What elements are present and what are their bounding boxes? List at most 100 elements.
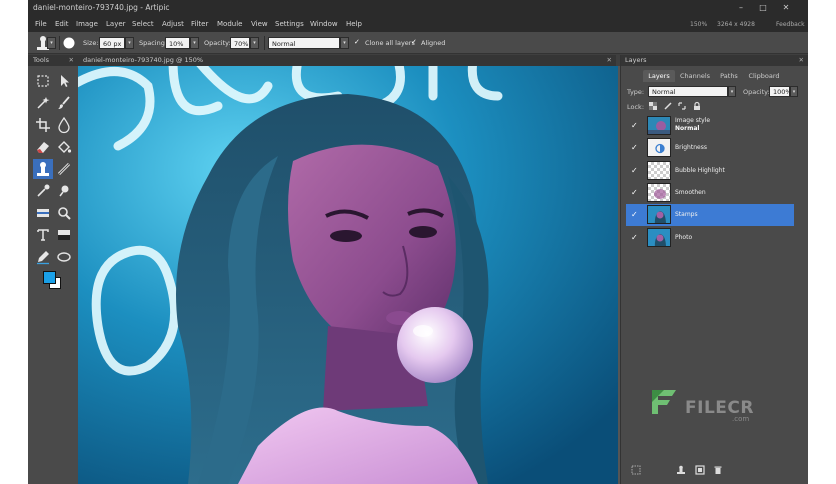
maximize-icon[interactable]: □ <box>756 2 770 14</box>
feedback-link[interactable]: Feedback <box>776 21 805 28</box>
close-tools-icon[interactable]: ✕ <box>69 56 74 64</box>
tab-clipboard[interactable]: Clipboard <box>745 70 783 82</box>
foreground-color-front[interactable] <box>43 271 56 284</box>
layer-type-select[interactable]: Normal <box>648 86 728 97</box>
tab-paths[interactable]: Paths <box>716 70 742 82</box>
image-dimensions: 3264 x 4928 <box>717 21 755 28</box>
layer-thumbnail <box>647 116 671 135</box>
aligned-label: Aligned <box>421 39 446 47</box>
delete-layer-icon[interactable] <box>713 465 723 475</box>
layer-item[interactable]: ✓ Photo <box>626 227 794 249</box>
size-label: Size: <box>83 39 99 47</box>
menu-image[interactable]: Image <box>76 20 98 28</box>
lock-position-icon[interactable] <box>677 101 687 111</box>
clone-all-layers-checkbox[interactable]: ✓ <box>354 38 362 47</box>
clone-stamp-tool-icon[interactable] <box>33 159 53 179</box>
blend-mode-dropdown[interactable]: ▾ <box>340 37 349 49</box>
layer-item[interactable]: ✓ Brightness <box>626 137 794 159</box>
close-document-icon[interactable]: ✕ <box>607 56 612 64</box>
menu-adjust[interactable]: Adjust <box>162 20 184 28</box>
layer-name: Brightness <box>675 144 707 151</box>
rect-select-tool-icon[interactable] <box>33 71 53 91</box>
new-selection-layer-icon[interactable] <box>631 465 641 475</box>
layer-opacity-input[interactable]: 100% <box>769 86 792 97</box>
layer-visibility-checkbox[interactable]: ✓ <box>631 121 638 130</box>
eyedropper-icon[interactable] <box>33 181 53 201</box>
minimize-icon[interactable]: – <box>734 2 748 14</box>
gradient-tool-icon[interactable] <box>33 203 53 223</box>
layer-visibility-checkbox[interactable]: ✓ <box>631 188 638 197</box>
layer-thumbnail <box>647 183 671 202</box>
aligned-checkbox[interactable]: ✓ <box>411 38 419 47</box>
menu-settings[interactable]: Settings <box>275 20 304 28</box>
app-window: daniel-monteiro-793740.jpg - Artipic – □… <box>28 0 808 484</box>
menu-help[interactable]: Help <box>346 20 362 28</box>
lock-pixels-icon[interactable] <box>663 101 673 111</box>
close-icon[interactable]: ✕ <box>779 2 793 14</box>
brightness-icon <box>647 138 671 157</box>
menu-filter[interactable]: Filter <box>191 20 208 28</box>
menu-edit[interactable]: Edit <box>55 20 69 28</box>
layer-name: Photo <box>675 234 693 241</box>
layer-visibility-checkbox[interactable]: ✓ <box>631 210 638 219</box>
magic-wand-icon[interactable] <box>33 93 53 113</box>
swatch-tool-icon[interactable] <box>54 225 74 245</box>
blend-mode-select[interactable]: Normal <box>268 37 340 49</box>
layers-panel: Layers ✕ Layers Channels Paths Clipboard… <box>620 55 808 484</box>
stamp-layer-icon[interactable] <box>676 465 686 475</box>
spacing-input[interactable]: 10% <box>165 37 190 49</box>
size-input[interactable]: 60 px <box>99 37 125 49</box>
spacing-dropdown[interactable]: ▾ <box>190 37 199 49</box>
filecr-logo-icon <box>648 386 680 418</box>
layer-item[interactable]: ✓ Image style Normal <box>626 115 794 137</box>
watermark-suffix: .com <box>732 415 750 423</box>
menu-file[interactable]: File <box>35 20 47 28</box>
tab-channels[interactable]: Channels <box>677 70 713 82</box>
healing-tool-icon[interactable] <box>54 159 74 179</box>
pen-tool-icon[interactable] <box>33 247 53 267</box>
opacity-dropdown[interactable]: ▾ <box>250 37 259 49</box>
tool-options-bar: ▾ Size: 60 px ▾ Spacing: 10% ▾ Opacity: … <box>28 32 808 54</box>
layer-thumbnail <box>647 205 671 224</box>
separator <box>59 36 60 50</box>
fill-tool-icon[interactable] <box>54 137 74 157</box>
brush-shape-icon[interactable] <box>62 36 76 50</box>
layer-item[interactable]: ✓ Smoothen <box>626 182 794 204</box>
tab-layers[interactable]: Layers <box>643 70 675 82</box>
crop-tool-icon[interactable] <box>33 115 53 135</box>
ellipse-tool-icon[interactable] <box>54 247 74 267</box>
menu-select[interactable]: Select <box>132 20 154 28</box>
layer-name: Smoothen <box>675 189 706 196</box>
layer-type-dropdown[interactable]: ▾ <box>728 86 736 97</box>
menu-window[interactable]: Window <box>310 20 338 28</box>
text-tool-icon[interactable] <box>33 225 53 245</box>
move-tool-icon[interactable] <box>54 71 74 91</box>
layer-thumbnail <box>647 161 671 180</box>
size-dropdown[interactable]: ▾ <box>125 37 134 49</box>
layer-item-selected[interactable]: ✓ Stamps <box>626 204 794 226</box>
brush-tool-icon[interactable] <box>54 93 74 113</box>
layer-visibility-checkbox[interactable]: ✓ <box>631 143 638 152</box>
menu-layer[interactable]: Layer <box>106 20 126 28</box>
zoom-tool-icon[interactable] <box>54 203 74 223</box>
tools-panel-title: Tools <box>33 56 50 64</box>
layers-panel-header: Layers ✕ <box>621 55 808 66</box>
lock-transparency-icon[interactable] <box>648 101 658 111</box>
layer-name: Bubble Highlight <box>675 167 725 174</box>
eraser-tool-icon[interactable] <box>33 137 53 157</box>
close-layers-panel-icon[interactable]: ✕ <box>799 56 804 64</box>
lock-all-icon[interactable] <box>692 101 702 111</box>
smudge-tool-icon[interactable] <box>54 181 74 201</box>
drop-tool-icon[interactable] <box>54 115 74 135</box>
tool-preset-dropdown[interactable]: ▾ <box>47 37 56 49</box>
menu-view[interactable]: View <box>251 20 268 28</box>
menu-module[interactable]: Module <box>217 20 242 28</box>
layer-item[interactable]: ✓ Bubble Highlight <box>626 160 794 182</box>
document-tab[interactable]: daniel-monteiro-793740.jpg @ 150% ✕ <box>78 55 616 66</box>
image-canvas[interactable] <box>78 66 618 484</box>
layer-visibility-checkbox[interactable]: ✓ <box>631 233 638 242</box>
layer-opacity-dropdown[interactable]: ▾ <box>790 86 798 97</box>
layer-visibility-checkbox[interactable]: ✓ <box>631 166 638 175</box>
add-mask-icon[interactable] <box>695 465 705 475</box>
opacity-input[interactable]: 70% <box>230 37 250 49</box>
